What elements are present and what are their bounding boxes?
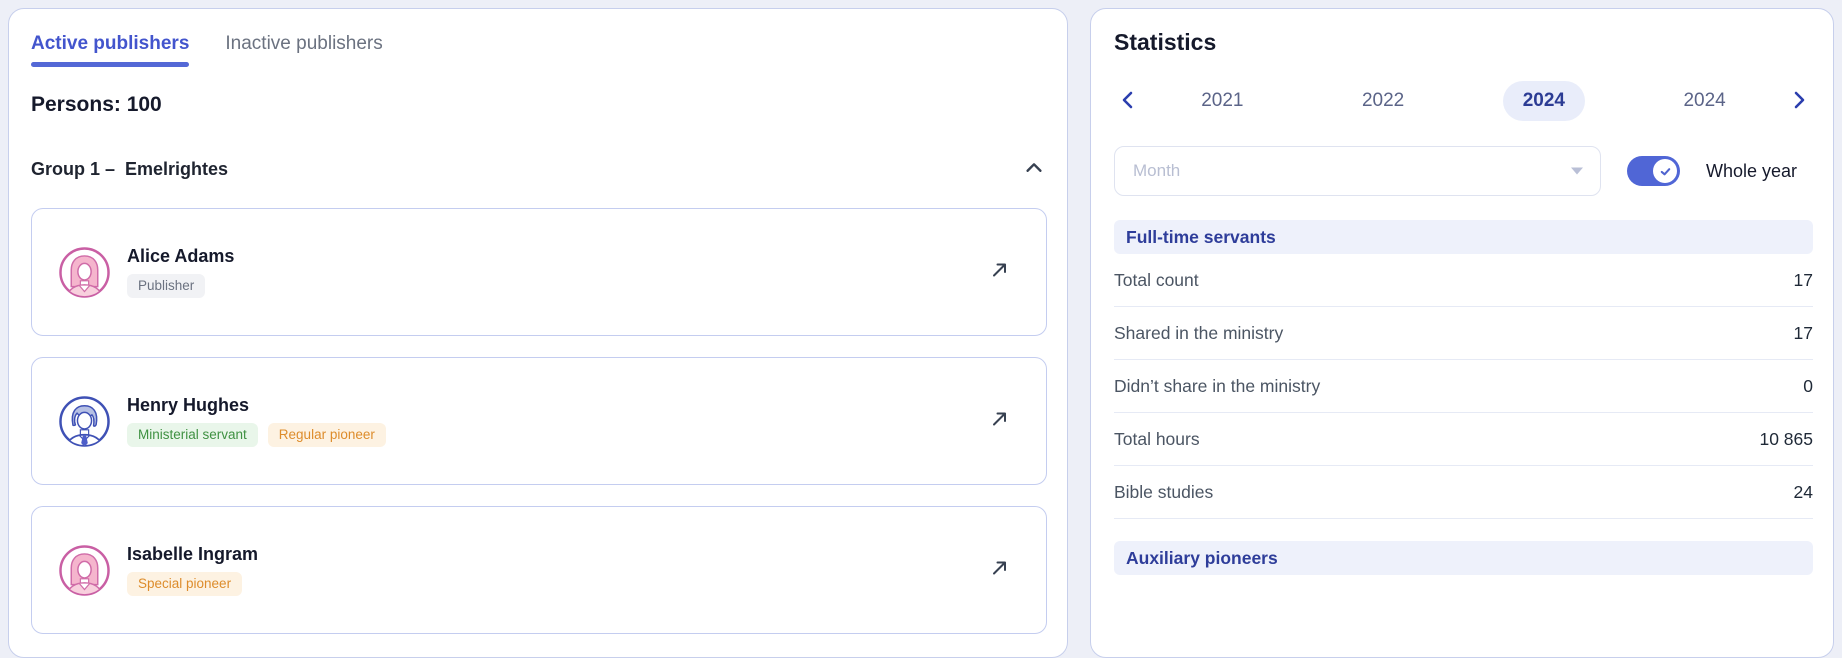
stat-label: Total hours [1114, 428, 1200, 449]
person-card[interactable]: Alice Adams Publisher [31, 208, 1047, 336]
persons-count: Persons: 100 [31, 93, 162, 116]
male-avatar-icon [58, 395, 111, 448]
year-option[interactable]: 2024 [1663, 81, 1745, 121]
tab-inactive-publishers[interactable]: Inactive publishers [225, 33, 382, 67]
stat-label: Didn’t share in the ministry [1114, 375, 1321, 396]
stat-label: Shared in the ministry [1114, 322, 1284, 343]
whole-year-toggle[interactable] [1627, 156, 1680, 186]
open-person-arrow-icon[interactable] [988, 258, 1012, 287]
stat-value: 0 [1803, 375, 1813, 396]
chevron-right-icon [1787, 88, 1811, 115]
person-name: Alice Adams [127, 245, 235, 266]
statistics-title: Statistics [1114, 29, 1217, 55]
badge-list: Special pioneer [127, 571, 258, 597]
publishers-panel: Active publishers Inactive publishers Pe… [8, 8, 1068, 658]
year-option[interactable]: 2022 [1342, 81, 1424, 121]
stat-label: Total count [1114, 269, 1199, 290]
stat-value: 17 [1793, 322, 1813, 343]
person-name: Isabelle Ingram [127, 543, 259, 564]
badge-list: Publisher [127, 273, 234, 299]
role-badge: Ministerial servant [127, 422, 258, 448]
person-info: Isabelle Ingram Special pioneer [127, 544, 258, 597]
stat-label: Bible studies [1114, 481, 1214, 502]
person-info: Henry Hughes Ministerial servant Regular… [127, 395, 386, 448]
toggle-check-icon [1653, 159, 1677, 183]
month-select-input[interactable] [1114, 146, 1601, 196]
statistics-panel: Statistics 2021 2022 2024 2024 Month Who… [1090, 8, 1834, 658]
month-select[interactable] [1114, 146, 1601, 196]
tab-label: Inactive publishers [225, 33, 383, 54]
year-navigator: 2021 2022 2024 2024 [1114, 78, 1813, 124]
stat-row: Total count 17 [1114, 254, 1813, 307]
open-person-arrow-icon[interactable] [988, 407, 1012, 436]
section-header-full-time-servants: Full-time servants [1114, 220, 1813, 254]
female-avatar-icon [58, 544, 111, 597]
section-title: Full-time servants [1126, 226, 1276, 247]
whole-year-label: Whole year [1706, 160, 1798, 181]
stat-value: 24 [1793, 481, 1813, 502]
chevron-up-icon [1023, 157, 1045, 182]
person-name: Henry Hughes [127, 394, 250, 415]
stat-row: Shared in the ministry 17 [1114, 307, 1813, 360]
section-header-auxiliary-pioneers: Auxiliary pioneers [1114, 541, 1813, 575]
female-avatar-icon [58, 246, 111, 299]
group-header[interactable]: Group 1 – Emelrightes [31, 155, 1047, 184]
stat-row: Didn’t share in the ministry 0 [1114, 360, 1813, 413]
stat-row: Bible studies 24 [1114, 466, 1813, 519]
person-card[interactable]: Henry Hughes Ministerial servant Regular… [31, 357, 1047, 485]
next-year-button[interactable] [1785, 86, 1813, 117]
year-option-selected[interactable]: 2024 [1502, 81, 1586, 121]
year-option[interactable]: 2021 [1181, 81, 1263, 121]
role-badge: Special pioneer [127, 571, 243, 597]
section-title: Auxiliary pioneers [1126, 547, 1278, 568]
person-card-list: Alice Adams Publisher Henry Hughes Minis… [31, 208, 1047, 634]
tab-label: Active publishers [31, 33, 190, 54]
role-badge: Publisher [127, 273, 206, 299]
tab-active-publishers[interactable]: Active publishers [31, 33, 190, 67]
stat-value: 17 [1793, 269, 1813, 290]
role-badge: Regular pioneer [267, 422, 386, 448]
group-title: Group 1 – Emelrightes [31, 159, 229, 179]
chevron-left-icon [1116, 88, 1140, 115]
open-person-arrow-icon[interactable] [988, 556, 1012, 585]
badge-list: Ministerial servant Regular pioneer [127, 422, 386, 448]
period-controls: Whole year [1114, 146, 1813, 196]
chevron-down-icon [1571, 167, 1583, 175]
collapse-group-button[interactable] [1021, 155, 1047, 184]
stat-value: 10 865 [1759, 428, 1813, 449]
stat-row: Total hours 10 865 [1114, 413, 1813, 466]
person-card[interactable]: Isabelle Ingram Special pioneer [31, 506, 1047, 634]
year-items: 2021 2022 2024 2024 [1142, 81, 1785, 121]
person-info: Alice Adams Publisher [127, 246, 234, 299]
active-tab-underline [31, 62, 190, 67]
publishers-tabs: Active publishers Inactive publishers [31, 33, 1047, 67]
prev-year-button[interactable] [1114, 86, 1142, 117]
